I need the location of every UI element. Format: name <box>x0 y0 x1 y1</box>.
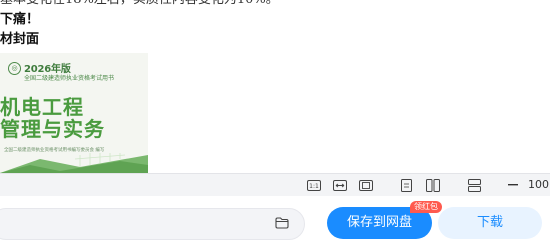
fit-page-button[interactable] <box>357 177 375 193</box>
minus-icon <box>508 184 518 186</box>
scroll-mode-icon <box>467 178 481 192</box>
zoom-out-button[interactable] <box>506 177 520 193</box>
viewer-toolbar: 1:1 100 <box>0 173 550 197</box>
cover-title-line-2: 管理与实务 <box>0 117 105 141</box>
publisher-logo-icon: ◎ <box>8 62 21 75</box>
zoom-level: 100 <box>528 178 549 191</box>
scroll-mode-button[interactable] <box>465 177 483 193</box>
fit-width-button[interactable] <box>331 177 349 193</box>
cover-building-graphic <box>0 153 148 173</box>
fit-width-icon <box>333 179 347 191</box>
svg-text:1:1: 1:1 <box>309 183 319 190</box>
document-text-line: 下痛！ <box>0 12 40 27</box>
single-page-button[interactable] <box>397 177 415 193</box>
folder-icon[interactable] <box>275 217 289 229</box>
download-button[interactable]: 下载 <box>438 207 542 239</box>
red-packet-badge[interactable]: 领红包 <box>410 201 442 213</box>
book-cover-image: ◎ 2026年版 全国二级建造师执业资格考试用书 机电工程 管理与实务 全国二级… <box>0 53 148 173</box>
actual-size-icon: 1:1 <box>307 179 321 191</box>
cover-series: 全国二级建造师执业资格考试用书 <box>24 75 115 82</box>
document-text-line: 基本变化在18%左右，实质性内容变化为10%。 <box>0 0 279 8</box>
single-page-icon <box>400 178 412 192</box>
double-page-button[interactable] <box>423 177 443 193</box>
action-bar: 保存到网盘 下载 <box>0 196 550 252</box>
actual-size-button[interactable]: 1:1 <box>305 177 323 193</box>
double-page-icon <box>426 178 440 192</box>
fit-page-icon <box>359 179 373 191</box>
document-text-line: 材封面 <box>0 32 40 47</box>
document-viewer: 基本变化在18%左右，实质性内容变化为10%。 下痛！ 材封面 ◎ 2026年版… <box>0 0 550 173</box>
save-path-field[interactable] <box>0 208 305 240</box>
